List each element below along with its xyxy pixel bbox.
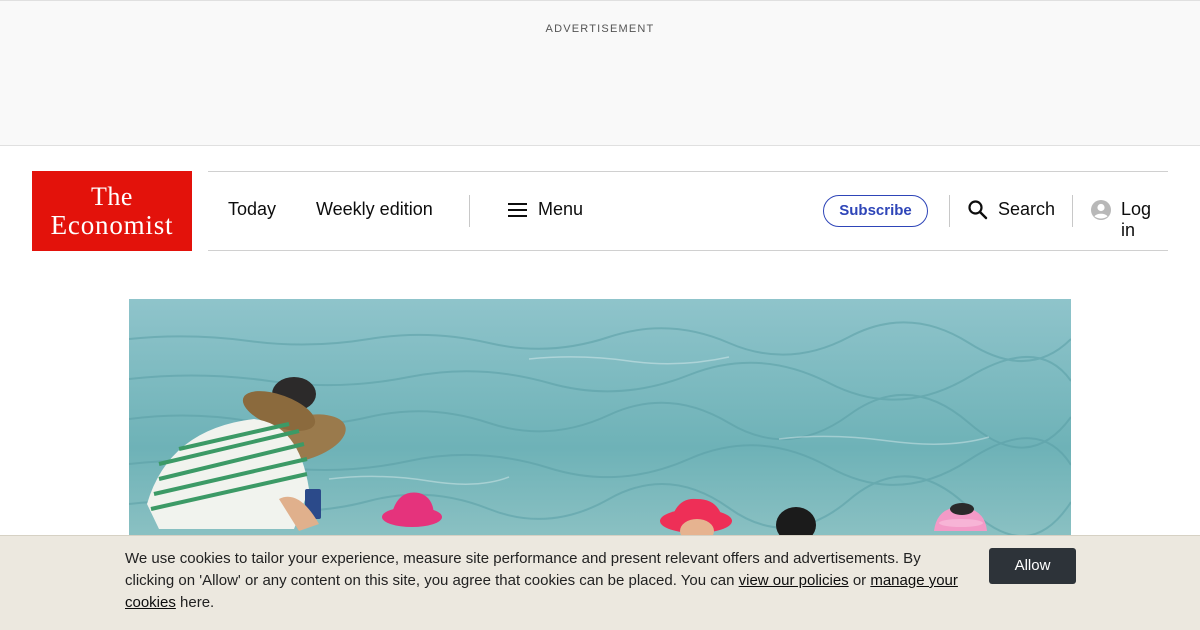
logo-line-2: Economist	[50, 209, 174, 240]
nav-divider	[949, 195, 950, 227]
menu-button[interactable]: Menu	[538, 199, 583, 220]
logo-line-1: The	[91, 181, 133, 211]
allow-cookies-button[interactable]: Allow	[989, 548, 1076, 584]
nav-today-link[interactable]: Today	[228, 199, 276, 220]
advertisement-label: ADVERTISEMENT	[545, 23, 655, 35]
nav-divider	[1072, 195, 1073, 227]
login-link[interactable]: Log in	[1121, 199, 1168, 241]
economist-logo[interactable]: The Economist	[32, 171, 192, 251]
user-avatar-icon[interactable]	[1090, 199, 1112, 226]
nav-weekly-edition-link[interactable]: Weekly edition	[316, 199, 433, 220]
cookie-text-part: or	[848, 572, 871, 589]
nav-divider	[469, 195, 470, 227]
main-navigation: Today Weekly edition Menu Subscribe Sear…	[208, 171, 1168, 251]
hamburger-menu-icon[interactable]	[508, 202, 528, 218]
cookie-text-part: here.	[175, 594, 215, 611]
advertisement-slot: ADVERTISEMENT	[0, 0, 1200, 146]
search-icon[interactable]	[967, 199, 989, 226]
subscribe-button[interactable]: Subscribe	[823, 195, 928, 227]
site-header: The Economist Today Weekly edition Menu …	[0, 146, 1200, 296]
cookie-consent-text: We use cookies to tailor your experience…	[125, 548, 965, 614]
view-policies-link[interactable]: view our policies	[739, 572, 849, 589]
cookie-consent-banner: We use cookies to tailor your experience…	[0, 535, 1200, 630]
search-button[interactable]: Search	[998, 199, 1055, 220]
